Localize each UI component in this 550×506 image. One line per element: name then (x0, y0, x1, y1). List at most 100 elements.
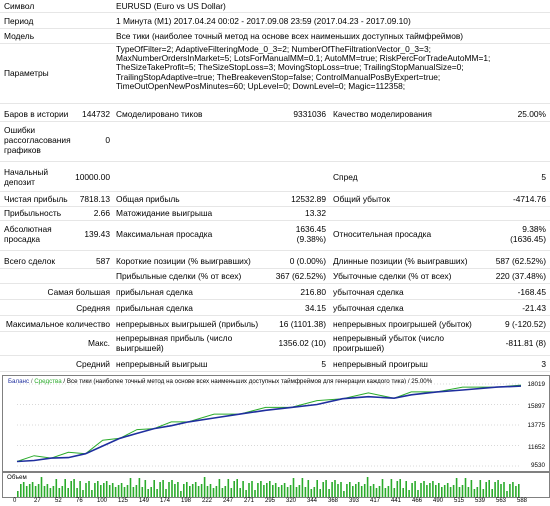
avg-wins-value: 5 (321, 359, 326, 369)
max-losses-label: непрерывных проигрышей (убыток) (333, 319, 472, 329)
volume-bar (372, 484, 375, 497)
volume-bar (301, 478, 304, 497)
profit-factor-label: Прибыльность (4, 208, 62, 218)
x-tick-label: 539 (475, 498, 486, 504)
avg-count-label: Средний (75, 359, 110, 369)
profit-factor-value: 2.66 (93, 208, 110, 218)
volume-bar (76, 488, 78, 497)
avg-wins-label: непрерывный выигрыш (116, 359, 208, 369)
x-tick-label: 368 (328, 498, 339, 504)
volume-bar (455, 478, 458, 497)
win-trades-value: 367 (62.52%) (275, 271, 326, 281)
volume-bar (482, 489, 485, 497)
volume-bar (441, 487, 443, 497)
payoff-label: Матожидание выигрыша (116, 208, 213, 218)
volume-bar (387, 486, 390, 497)
volume-bar (286, 487, 289, 497)
total-trades-value: 587 (96, 256, 110, 266)
balance-equity-plot (16, 383, 522, 467)
volume-bar (355, 484, 357, 497)
volume-bar (218, 479, 221, 497)
volume-bar (171, 480, 173, 497)
volume-bar (307, 480, 310, 497)
volume-bar (100, 485, 102, 497)
row-params: Параметры TypeOfFilter=2; AdaptiveFilter… (0, 43, 550, 104)
x-tick-label: 417 (370, 498, 381, 504)
volume-bar (31, 482, 34, 497)
volume-bar (156, 489, 158, 497)
volume-bar (227, 479, 230, 497)
avg-losses-label: непрерывный проигрыш (333, 359, 428, 369)
balance-series-line (16, 385, 522, 463)
volume-bar (79, 481, 81, 497)
volume-bar (67, 488, 69, 497)
long-positions-label: Длинные позиции (% выигравших) (333, 256, 468, 266)
volume-bar (476, 487, 479, 497)
volume-bar (194, 482, 197, 497)
x-tick-label: 52 (55, 498, 62, 504)
x-tick-label: 271 (244, 498, 255, 504)
volume-bar (144, 480, 147, 497)
row-period: Период 1 Минута (M1) 2017.04.24 00:02 - … (0, 12, 550, 29)
ticks-label: Смоделировано тиков (116, 109, 203, 119)
volume-bar (117, 485, 120, 497)
volume-bar (206, 486, 209, 497)
volume-bar (20, 484, 22, 497)
average-loss-value: -21.43 (522, 303, 546, 313)
max-drawdown-value: 1636.45 (295, 224, 326, 234)
row-bars: Баров в истории 144732 Смоделировано тик… (0, 107, 550, 122)
volume-bar (221, 488, 224, 497)
gross-loss-label: Общий убыток (333, 194, 391, 204)
volume-bar (159, 482, 161, 497)
deposit-value: 10000.00 (75, 172, 110, 182)
symbol-value: EURUSD (Euro vs US Dollar) (116, 1, 226, 11)
volume-bar (165, 489, 167, 497)
volume-bar (467, 487, 470, 497)
volume-bar (393, 488, 396, 497)
row-drawdown: Абсолютная просадка 139.43 Максимальная … (0, 220, 550, 251)
volume-bar (245, 490, 247, 497)
average-profit-value: 34.15 (305, 303, 326, 313)
volume-bar (464, 478, 467, 497)
volume-bar (352, 486, 354, 497)
volume-bar (153, 480, 155, 497)
short-positions-label: Короткие позиции (% выигравших) (116, 256, 251, 266)
volume-bar (405, 481, 407, 497)
volume-bar (512, 482, 514, 497)
volume-bar (328, 489, 330, 497)
max-profit-value: 1356.02 (10) (278, 338, 327, 348)
volume-bar (120, 483, 123, 497)
largest-profit-label: прибыльная сделка (116, 287, 193, 297)
row-avg-count: Средний непрерывный выигрыш 5 непрерывны… (0, 356, 550, 372)
volume-bar (325, 480, 327, 497)
errors-value: 0 (105, 135, 110, 145)
lose-trades-label: Убыточные сделки (% от всех) (333, 271, 452, 281)
max-losses-value: 9 (-120.52) (505, 319, 546, 329)
volume-bar (470, 480, 473, 497)
volume-bar (177, 482, 179, 497)
volume-bar (319, 489, 321, 497)
volume-bar (132, 487, 135, 497)
volume-bar (150, 487, 152, 497)
volume-bar (411, 483, 413, 497)
volume-bar (263, 485, 265, 497)
volume-bar (138, 478, 141, 497)
volume-bar (25, 486, 28, 497)
volume-bar (343, 491, 345, 497)
volume-bar (283, 483, 286, 497)
volume-bar (269, 481, 271, 497)
volume-bar (242, 481, 244, 497)
volume-bar (449, 487, 452, 497)
volume-bar (135, 485, 138, 497)
volume-bar (189, 486, 191, 497)
max-loss-label: непрерывный убыток (число проигрышей) (333, 333, 445, 353)
x-tick-label: 490 (433, 498, 444, 504)
volume-bar (366, 477, 369, 497)
payoff-value: 13.32 (305, 208, 326, 218)
x-tick-label: 441 (391, 498, 402, 504)
volume-bar (22, 482, 25, 497)
volume-bar (260, 481, 262, 497)
volume-bar (168, 482, 170, 497)
volume-bar (251, 481, 253, 497)
volume-bar (61, 486, 64, 497)
